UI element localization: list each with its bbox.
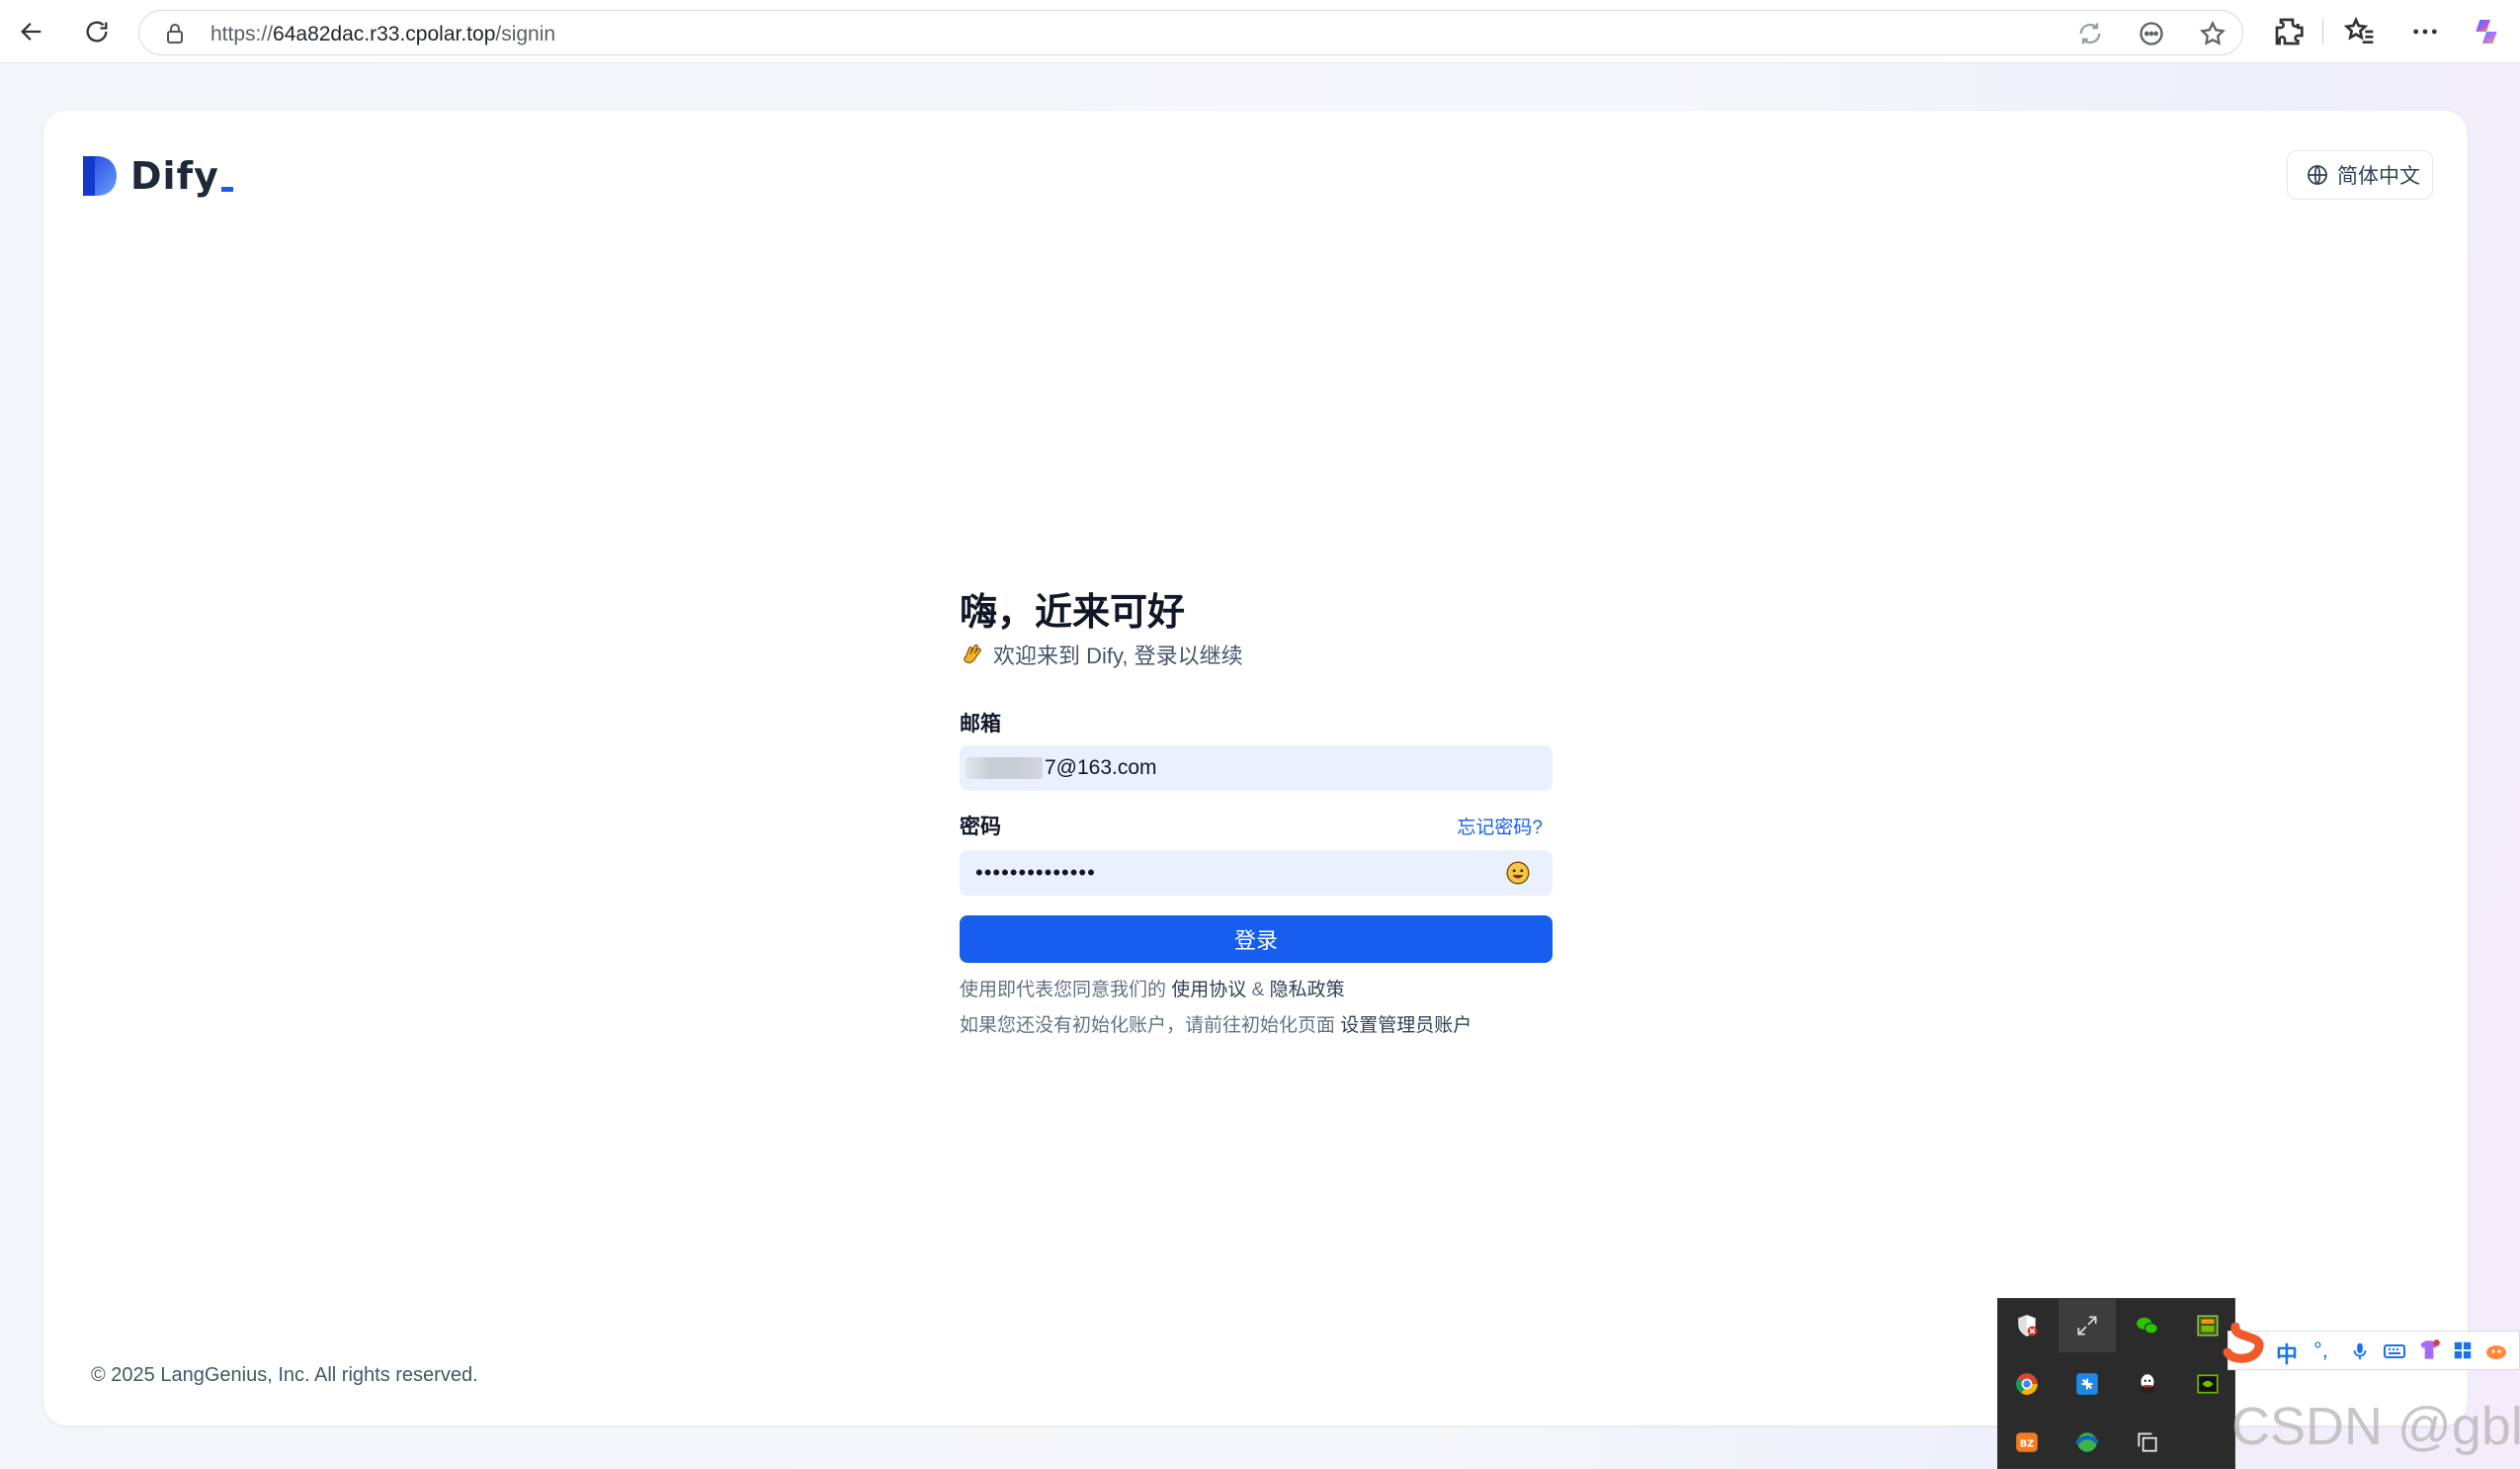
email-label: 邮箱: [960, 713, 1001, 735]
favorites-icon[interactable]: [2344, 16, 2376, 47]
page-title: 嗨，近来可好: [960, 592, 1186, 634]
qq-icon[interactable]: [2119, 1357, 2176, 1411]
chrome-icon[interactable]: [1998, 1357, 2056, 1411]
copilot-icon[interactable]: [2471, 16, 2502, 47]
setup-prefix: 如果您还没有初始化账户，请前往初始化页面: [960, 1015, 1336, 1036]
wechat-icon[interactable]: [2119, 1299, 2176, 1352]
show-password-icon[interactable]: [1505, 860, 1531, 886]
privacy-policy-link[interactable]: 隐私政策: [1270, 980, 1345, 1000]
dify-logo-mark-icon: [83, 156, 117, 196]
globe-icon: [2308, 165, 2327, 185]
microphone-icon[interactable]: [2349, 1339, 2371, 1363]
back-button[interactable]: [12, 12, 51, 51]
sogou-ime-icon[interactable]: [2220, 1323, 2267, 1370]
refresh-icon: [86, 21, 108, 43]
terms-of-use-link[interactable]: 使用协议: [1171, 980, 1246, 1000]
reload-button[interactable]: [77, 12, 117, 51]
email-redaction-mask: [966, 757, 1043, 779]
page-subtitle: 欢迎来到 Dify, 登录以继续: [960, 639, 1243, 670]
logo-cursor-mark: [220, 187, 233, 192]
password-label: 密码: [960, 816, 1001, 838]
toolbar-divider: [2322, 20, 2323, 43]
translate-icon[interactable]: [2076, 20, 2104, 47]
terms-and: &: [1251, 980, 1265, 1000]
setup-admin-link[interactable]: 设置管理员账户: [1340, 1015, 1471, 1036]
page-info-icon[interactable]: [163, 21, 187, 46]
email-value: 7@163.com: [1045, 756, 1157, 779]
terms-notice: 使用即代表您同意我们的 使用协议 & 隐私政策: [960, 975, 1345, 1001]
setup-notice: 如果您还没有初始化账户，请前往初始化页面 设置管理员账户: [960, 1010, 1471, 1037]
language-label: 简体中文: [2337, 165, 2420, 188]
url-path: /signin: [495, 23, 556, 45]
terms-prefix: 使用即代表您同意我们的: [960, 980, 1167, 1000]
resize-icon[interactable]: [2058, 1299, 2116, 1352]
ime-toolbar: 中 °,: [2227, 1331, 2520, 1370]
skin-icon[interactable]: [2416, 1338, 2442, 1363]
subtitle-text: 欢迎来到 Dify, 登录以继续: [993, 644, 1243, 668]
password-field[interactable]: ••••••••••••••: [960, 850, 1553, 896]
more-options-icon[interactable]: [2409, 16, 2441, 47]
ime-chinese-mode[interactable]: 中: [2276, 1338, 2298, 1369]
forgot-password-link[interactable]: 忘记密码?: [1457, 813, 1543, 839]
edge-icon[interactable]: [2058, 1416, 2116, 1469]
favorite-star-icon[interactable]: [2199, 20, 2226, 47]
toolbox-icon[interactable]: [2452, 1339, 2474, 1361]
extensions-icon[interactable]: [2273, 16, 2305, 47]
url-host: 64a82dac.r33.cpolar.top: [273, 23, 496, 45]
csdn-watermark: CSDN @gblfy: [2231, 1397, 2520, 1456]
password-value: ••••••••••••••: [975, 860, 1096, 885]
reading-mode-icon[interactable]: [2138, 20, 2165, 47]
address-bar[interactable]: https://64a82dac.r33.cpolar.top/signin: [138, 10, 2243, 55]
address-url[interactable]: https://64a82dac.r33.cpolar.top/signin: [210, 23, 555, 46]
email-field[interactable]: 7@163.com: [960, 745, 1553, 791]
dify-logo[interactable]: Dify: [81, 154, 233, 198]
url-prefix: https://: [210, 23, 274, 45]
arrow-left-icon: [21, 23, 42, 41]
browser-toolbar: https://64a82dac.r33.cpolar.top/signin: [0, 0, 2520, 63]
bilibili-icon[interactable]: BZ: [1998, 1416, 2056, 1469]
language-select-button[interactable]: 简体中文: [2287, 150, 2433, 200]
system-tray-overflow: BZ: [1997, 1298, 2235, 1469]
mascot-icon[interactable]: [2483, 1339, 2509, 1363]
defender-icon[interactable]: [1998, 1299, 2056, 1352]
copyright-text: © 2025 LangGenius, Inc. All rights reser…: [91, 1364, 478, 1386]
waving-hand-icon: [964, 644, 981, 663]
network-app-icon[interactable]: [2058, 1357, 2116, 1411]
login-button[interactable]: 登录: [960, 915, 1553, 963]
svg-text:BZ: BZ: [2020, 1438, 2035, 1449]
keyboard-icon[interactable]: [2383, 1339, 2406, 1363]
windows-copy-icon[interactable]: [2119, 1416, 2176, 1469]
ime-punctuation-mode[interactable]: °,: [2313, 1338, 2328, 1363]
logo-text: Dify: [130, 154, 219, 198]
